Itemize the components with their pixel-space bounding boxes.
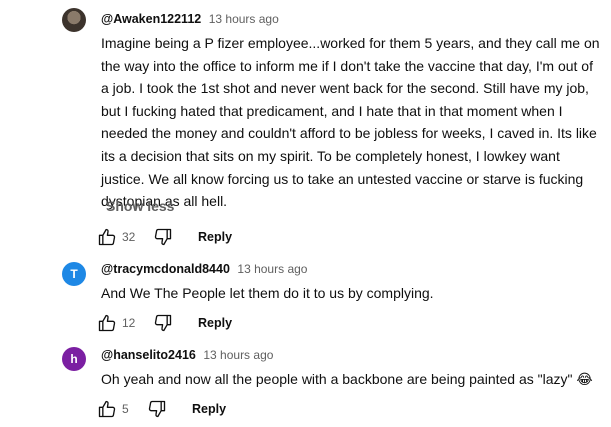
reply-button[interactable]: Reply — [198, 230, 232, 244]
comment-line: Imagine being a P fizer employee...worke… — [101, 35, 600, 51]
like-count: 32 — [122, 230, 136, 244]
comment-actions: 5 Reply — [96, 397, 226, 421]
comment-line: needed the money and couldn't afford to … — [101, 125, 597, 142]
like-count: 12 — [122, 316, 136, 330]
comment-line: its a decision that sits on my spirit. T… — [101, 147, 560, 164]
thumbs-down-icon[interactable] — [152, 226, 174, 248]
thumbs-up-icon[interactable] — [96, 226, 118, 248]
comment-timestamp[interactable]: 13 hours ago — [203, 348, 273, 362]
comment-actions: 12 Reply — [96, 311, 232, 335]
comment-line: justice. We all know forcing us to take … — [101, 170, 584, 187]
comment-text: And We The People let them do it to us b… — [101, 285, 434, 301]
comment-text: Imagine being a P fizer employee...worke… — [101, 32, 601, 213]
comment-header: @Awaken122112 13 hours ago — [101, 12, 279, 26]
thumbs-down-icon[interactable] — [152, 312, 174, 334]
comment-line: the way into the office to inform me if … — [101, 57, 593, 74]
avatar[interactable]: T — [62, 262, 86, 286]
comment-timestamp[interactable]: 13 hours ago — [209, 12, 279, 26]
comment-actions: 32 Reply — [96, 225, 232, 249]
thumbs-up-icon[interactable] — [96, 398, 118, 420]
comment-timestamp[interactable]: 13 hours ago — [237, 262, 307, 276]
comment-line: but I fucking hated that predicament, an… — [101, 102, 563, 119]
thumbs-up-icon[interactable] — [96, 312, 118, 334]
show-less-button[interactable]: Show less — [106, 198, 174, 214]
avatar[interactable] — [62, 8, 86, 32]
avatar[interactable]: h — [62, 347, 86, 371]
comment-header: @tracymcdonald8440 13 hours ago — [101, 262, 307, 276]
comment-header: @hanselito2416 13 hours ago — [101, 348, 273, 362]
reply-button[interactable]: Reply — [192, 402, 226, 416]
comment-author[interactable]: @Awaken122112 — [101, 12, 201, 26]
comment-line: dystopian as all hell. — [101, 193, 228, 210]
comment-author[interactable]: @hanselito2416 — [101, 348, 196, 362]
comment-author[interactable]: @tracymcdonald8440 — [101, 262, 230, 276]
thumbs-down-icon[interactable] — [146, 398, 168, 420]
comment-text: Oh yeah and now all the people with a ba… — [101, 371, 593, 387]
reply-button[interactable]: Reply — [198, 316, 232, 330]
like-count: 5 — [122, 402, 129, 416]
comment-line: a job. I took the 1st shot and never wen… — [101, 80, 589, 97]
